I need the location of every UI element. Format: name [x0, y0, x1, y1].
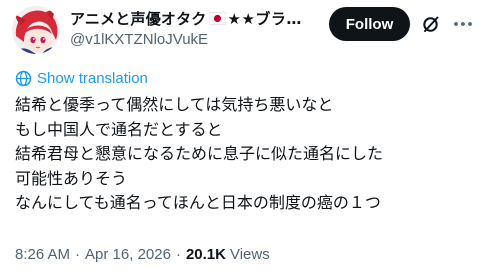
tweet-body: 結希と優季って偶然にしては気持ち悪いなと もし中国人で通名だとすると 結希君母と…: [15, 93, 475, 216]
meta-separator: ·: [75, 246, 81, 263]
views-count[interactable]: 20.1K: [186, 246, 226, 263]
author-name-row[interactable]: アニメと声優オタク ★★ブラ…: [70, 8, 302, 29]
tweet-text-line: 可能性ありそう: [15, 168, 128, 188]
follow-button[interactable]: Follow: [329, 7, 410, 41]
author-handle[interactable]: @v1lKXTZNloJVukE: [70, 31, 208, 48]
tweet-text-line: なんにしても通名ってほんと日本の制度の癌の１つ: [15, 193, 381, 212]
author-display-name[interactable]: アニメと声優オタク: [70, 8, 207, 29]
avatar[interactable]: [12, 6, 60, 54]
tweet-date[interactable]: Apr 16, 2026: [85, 246, 171, 263]
tweet-time[interactable]: 8:26 AM: [15, 246, 70, 263]
tweet: アニメと声優オタク ★★ブラ… @v1lKXTZNloJVukE Follow: [0, 0, 480, 274]
meta-separator: ·: [175, 246, 181, 263]
japan-flag-icon: [208, 10, 226, 27]
author-name-suffix[interactable]: ★★ブラ…: [228, 8, 302, 29]
tweet-meta: 8:26 AM · Apr 16, 2026 · 20.1K Views: [15, 246, 270, 263]
show-translation-link[interactable]: Show translation: [15, 70, 148, 87]
grok-icon[interactable]: [420, 13, 442, 35]
globe-icon: [15, 70, 32, 87]
tweet-text-line: 結希君母と懇意になるために息子に似た通名にした: [15, 144, 384, 163]
show-translation-label[interactable]: Show translation: [37, 70, 148, 87]
views-label[interactable]: Views: [230, 246, 270, 263]
more-options-icon[interactable]: [452, 13, 474, 35]
tweet-text-line: 結希と優季って偶然にしては気持ち悪いなと: [15, 95, 334, 114]
tweet-text-line: もし中国人で通名だとすると: [15, 119, 223, 139]
